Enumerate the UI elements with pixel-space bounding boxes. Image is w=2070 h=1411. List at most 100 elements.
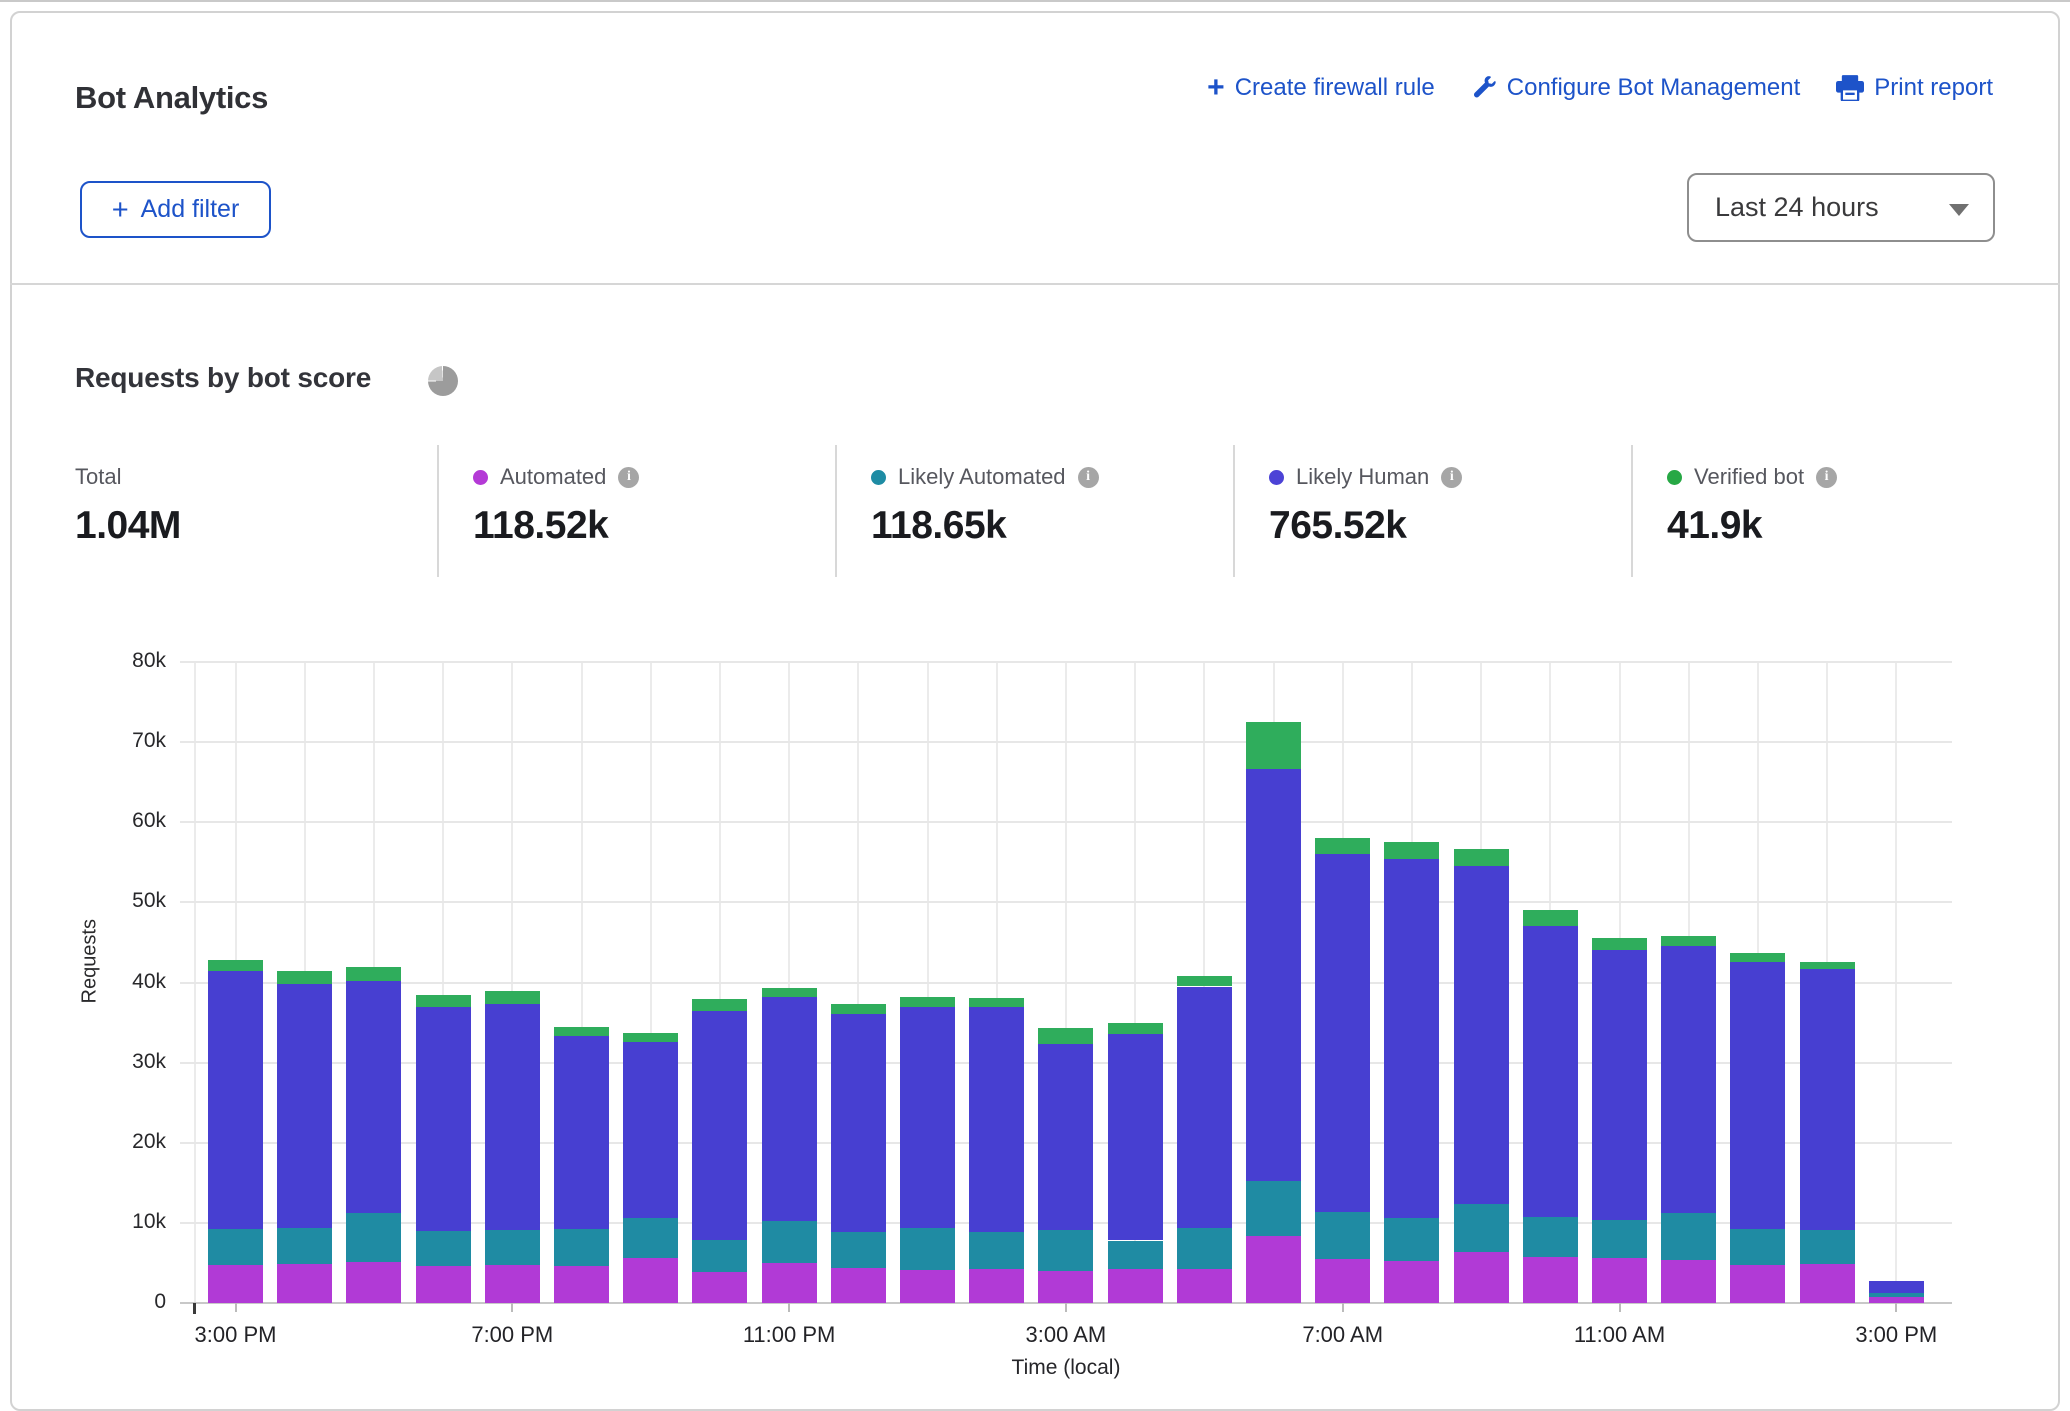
bar-segment-verified-bot[interactable] xyxy=(277,971,332,984)
bar-segment-likely-automated[interactable] xyxy=(1038,1230,1093,1271)
bar-segment-likely-human[interactable] xyxy=(277,984,332,1228)
bar-segment-likely-automated[interactable] xyxy=(762,1221,817,1263)
bar-segment-automated[interactable] xyxy=(623,1258,678,1303)
bar-segment-verified-bot[interactable] xyxy=(762,988,817,997)
bar-segment-likely-human[interactable] xyxy=(692,1011,747,1240)
bar-segment-likely-human[interactable] xyxy=(1108,1034,1163,1241)
bar-segment-verified-bot[interactable] xyxy=(1246,722,1301,769)
bar-segment-automated[interactable] xyxy=(1038,1271,1093,1303)
bar-segment-automated[interactable] xyxy=(692,1272,747,1303)
bar-segment-automated[interactable] xyxy=(208,1265,263,1303)
bar-segment-likely-automated[interactable] xyxy=(1108,1241,1163,1270)
bar-segment-likely-human[interactable] xyxy=(416,1007,471,1231)
bar-segment-likely-automated[interactable] xyxy=(1730,1229,1785,1264)
bar-segment-automated[interactable] xyxy=(969,1269,1024,1303)
bar-segment-likely-human[interactable] xyxy=(1592,950,1647,1220)
bar-segment-verified-bot[interactable] xyxy=(831,1004,886,1014)
bar-segment-likely-human[interactable] xyxy=(1661,946,1716,1214)
bar-segment-likely-human[interactable] xyxy=(831,1014,886,1232)
bar-segment-likely-human[interactable] xyxy=(554,1036,609,1229)
bar-segment-likely-automated[interactable] xyxy=(485,1230,540,1264)
bar-segment-likely-human[interactable] xyxy=(1315,854,1370,1211)
bar-segment-automated[interactable] xyxy=(1454,1252,1509,1303)
bar-segment-likely-human[interactable] xyxy=(762,997,817,1221)
bar-segment-automated[interactable] xyxy=(554,1266,609,1303)
bar-segment-likely-human[interactable] xyxy=(969,1007,1024,1232)
bar-segment-verified-bot[interactable] xyxy=(208,960,263,971)
bar-segment-verified-bot[interactable] xyxy=(1315,838,1370,854)
bar-segment-verified-bot[interactable] xyxy=(416,995,471,1008)
bar-segment-likely-human[interactable] xyxy=(1730,962,1785,1230)
bar-segment-likely-automated[interactable] xyxy=(831,1232,886,1268)
bar-segment-likely-automated[interactable] xyxy=(277,1228,332,1264)
bar-segment-verified-bot[interactable] xyxy=(1730,953,1785,962)
y-axis-title: Requests xyxy=(79,944,102,1004)
bar-segment-verified-bot[interactable] xyxy=(1592,938,1647,950)
bar-segment-verified-bot[interactable] xyxy=(554,1027,609,1037)
bar-segment-automated[interactable] xyxy=(346,1262,401,1303)
bar-segment-likely-automated[interactable] xyxy=(969,1232,1024,1269)
bar-segment-automated[interactable] xyxy=(1800,1264,1855,1303)
bar-segment-likely-automated[interactable] xyxy=(416,1231,471,1266)
bar-segment-likely-automated[interactable] xyxy=(208,1229,263,1264)
bar-segment-likely-human[interactable] xyxy=(1038,1044,1093,1230)
bar-segment-verified-bot[interactable] xyxy=(1661,936,1716,946)
bar-segment-verified-bot[interactable] xyxy=(623,1033,678,1042)
bar-segment-likely-automated[interactable] xyxy=(1454,1204,1509,1251)
bar-segment-automated[interactable] xyxy=(1384,1261,1439,1303)
bar-segment-automated[interactable] xyxy=(1730,1265,1785,1303)
bar-segment-automated[interactable] xyxy=(1315,1259,1370,1303)
bar-segment-verified-bot[interactable] xyxy=(1038,1028,1093,1044)
bar-segment-verified-bot[interactable] xyxy=(1800,962,1855,969)
bar-segment-likely-automated[interactable] xyxy=(623,1218,678,1258)
bar-segment-likely-human[interactable] xyxy=(1177,987,1232,1228)
bar-segment-likely-human[interactable] xyxy=(1384,859,1439,1218)
bar-segment-likely-human[interactable] xyxy=(1800,969,1855,1230)
x-tick xyxy=(1065,1303,1067,1312)
bar-segment-automated[interactable] xyxy=(1108,1269,1163,1303)
bar-segment-verified-bot[interactable] xyxy=(692,999,747,1011)
bar-segment-verified-bot[interactable] xyxy=(1177,976,1232,986)
bar-segment-verified-bot[interactable] xyxy=(346,967,401,981)
bar-segment-automated[interactable] xyxy=(1246,1236,1301,1303)
bar-segment-likely-automated[interactable] xyxy=(1661,1213,1716,1259)
bar-segment-likely-human[interactable] xyxy=(485,1004,540,1230)
bar-segment-automated[interactable] xyxy=(762,1263,817,1303)
bar-segment-automated[interactable] xyxy=(1523,1257,1578,1303)
bar-segment-likely-automated[interactable] xyxy=(554,1229,609,1266)
bar-segment-verified-bot[interactable] xyxy=(1108,1023,1163,1034)
bar-segment-likely-automated[interactable] xyxy=(1592,1220,1647,1258)
bar-segment-automated[interactable] xyxy=(900,1270,955,1303)
bar-segment-verified-bot[interactable] xyxy=(485,991,540,1004)
bar-segment-likely-automated[interactable] xyxy=(1384,1218,1439,1260)
bar-segment-likely-human[interactable] xyxy=(1246,769,1301,1181)
bar-segment-automated[interactable] xyxy=(1177,1269,1232,1303)
bar-segment-automated[interactable] xyxy=(485,1265,540,1303)
bar-segment-likely-human[interactable] xyxy=(1454,866,1509,1205)
bar-segment-likely-automated[interactable] xyxy=(900,1228,955,1270)
bar-segment-likely-automated[interactable] xyxy=(346,1213,401,1262)
bar-segment-likely-human[interactable] xyxy=(1869,1281,1924,1293)
bar-segment-automated[interactable] xyxy=(831,1268,886,1303)
bar-segment-automated[interactable] xyxy=(277,1264,332,1303)
bar-segment-verified-bot[interactable] xyxy=(1384,842,1439,859)
bar-segment-automated[interactable] xyxy=(416,1266,471,1303)
bar-segment-likely-automated[interactable] xyxy=(1800,1230,1855,1264)
bar-segment-likely-human[interactable] xyxy=(900,1007,955,1228)
bar-segment-likely-human[interactable] xyxy=(1523,926,1578,1217)
bar-segment-likely-automated[interactable] xyxy=(1523,1217,1578,1256)
bar-segment-likely-automated[interactable] xyxy=(1177,1228,1232,1270)
bar-segment-verified-bot[interactable] xyxy=(1454,849,1509,865)
bar-segment-verified-bot[interactable] xyxy=(900,997,955,1007)
bar-segment-likely-automated[interactable] xyxy=(1869,1293,1924,1296)
bar-segment-likely-human[interactable] xyxy=(623,1042,678,1218)
bar-segment-likely-human[interactable] xyxy=(346,981,401,1213)
bar-segment-verified-bot[interactable] xyxy=(969,998,1024,1008)
bar-segment-automated[interactable] xyxy=(1592,1258,1647,1303)
bar-segment-likely-automated[interactable] xyxy=(692,1240,747,1272)
bar-segment-likely-automated[interactable] xyxy=(1246,1181,1301,1235)
bar-segment-verified-bot[interactable] xyxy=(1523,910,1578,926)
bar-segment-likely-automated[interactable] xyxy=(1315,1212,1370,1259)
bar-segment-automated[interactable] xyxy=(1661,1260,1716,1303)
bar-segment-likely-human[interactable] xyxy=(208,971,263,1229)
